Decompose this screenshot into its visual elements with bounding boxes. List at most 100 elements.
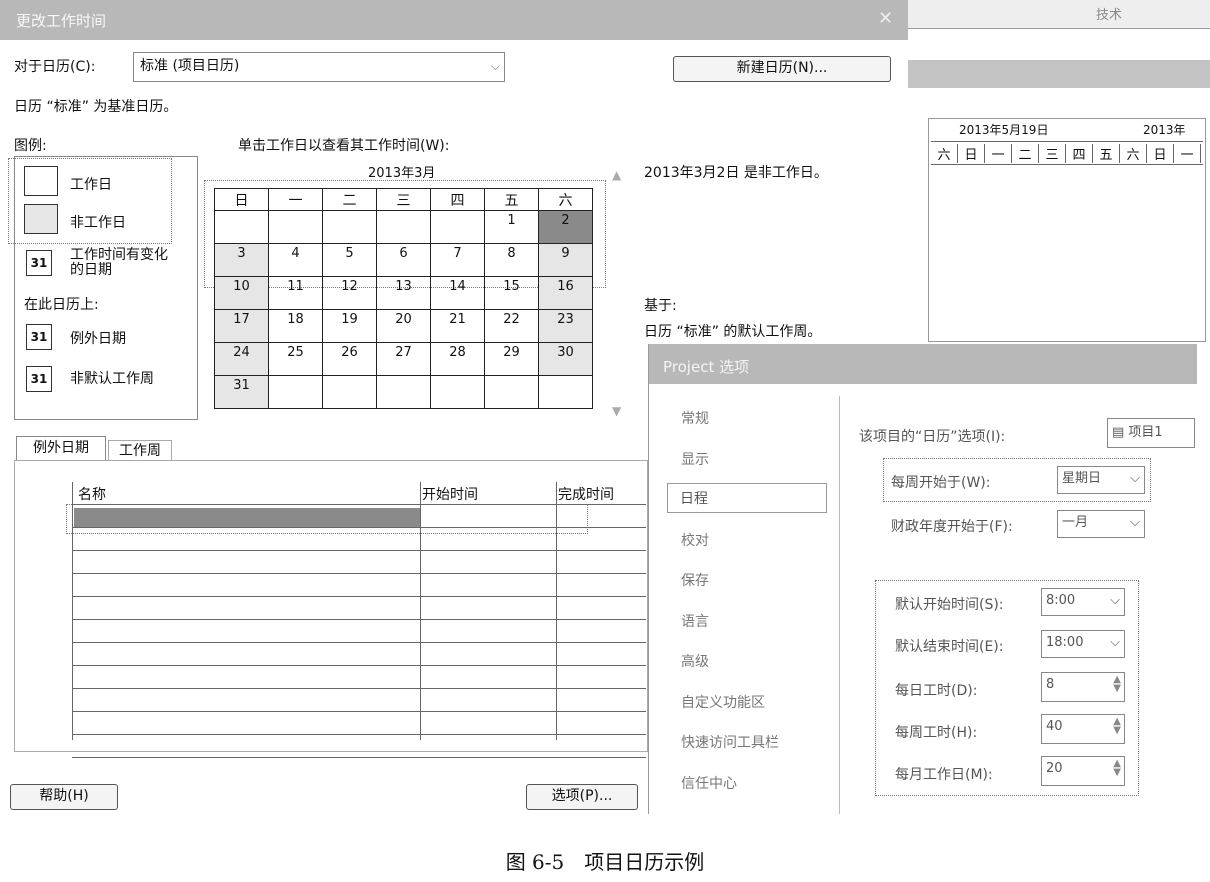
calendar-day[interactable]: 26 [322, 342, 377, 376]
calendar-day[interactable]: 25 [268, 342, 323, 376]
calendar-day[interactable]: 8 [484, 243, 539, 277]
selected-row-highlight [66, 504, 588, 534]
nondefault-week-icon: 31 [26, 366, 52, 392]
hours-week-input[interactable]: 40 ▲ ▼ [1041, 714, 1125, 744]
calendar-day[interactable]: 11 [268, 276, 323, 310]
table-row-line [72, 688, 646, 689]
options-titlebar: Project 选项 [649, 344, 1197, 384]
calendar-select-value: 标准 (项目日历) [140, 58, 240, 74]
weekday-header: 三 [376, 188, 431, 211]
options-button[interactable]: 选项(P)... [526, 784, 638, 810]
days-month-input[interactable]: 20 ▲ ▼ [1041, 756, 1125, 786]
table-row-line [72, 573, 646, 574]
calendar-day[interactable]: 5 [322, 243, 377, 277]
spinner-icon[interactable]: ▲ ▼ [1113, 675, 1121, 694]
spinner-icon[interactable]: ▲ ▼ [1113, 759, 1121, 778]
week-start-select[interactable]: 星期日 ⌵ [1057, 466, 1145, 494]
default-end-select[interactable]: 18:00 ⌵ [1041, 630, 1125, 658]
calendar-day [538, 375, 593, 409]
calendar-day[interactable]: 24 [214, 342, 269, 376]
calendar-day[interactable]: 7 [430, 243, 485, 277]
calendar-day[interactable]: 31 [214, 375, 269, 409]
hours-day-label: 每日工时(D): [895, 683, 978, 699]
background-window: 技术 2013年5月19日 2013年 六日一二三四五六日一 [908, 0, 1210, 342]
bg-titlebar [908, 60, 1210, 88]
spinner-icon[interactable]: ▲ ▼ [1113, 717, 1121, 736]
fiscal-start-select[interactable]: 一月 ⌵ [1057, 510, 1145, 538]
calendar-day[interactable]: 29 [484, 342, 539, 376]
calendar-day[interactable]: 12 [322, 276, 377, 310]
calendar-day[interactable]: 17 [214, 309, 269, 343]
nav-item[interactable]: 日程 [667, 483, 827, 513]
days-month-value: 20 [1046, 761, 1063, 776]
calendar-day[interactable]: 27 [376, 342, 431, 376]
new-calendar-button[interactable]: 新建日历(N)... [673, 56, 891, 82]
bg-toolbar [908, 0, 1210, 29]
nav-item[interactable]: 显示 [681, 449, 709, 469]
chevron-down-icon: ⌵ [1130, 471, 1140, 486]
scroll-up-icon[interactable]: ▲ [612, 168, 621, 182]
default-start-select[interactable]: 8:00 ⌵ [1041, 588, 1125, 616]
calendar-day[interactable]: 28 [430, 342, 485, 376]
weekday-header: 二 [322, 188, 377, 211]
nav-item[interactable]: 校对 [681, 530, 709, 550]
table-row-line [72, 757, 646, 758]
calendar-day[interactable]: 30 [538, 342, 593, 376]
help-button[interactable]: 帮助(H) [10, 784, 118, 810]
nav-item[interactable]: 信任中心 [681, 773, 737, 793]
hours-day-input[interactable]: 8 ▲ ▼ [1041, 672, 1125, 702]
exception-day-icon: 31 [26, 324, 52, 350]
calendar-day[interactable]: 14 [430, 276, 485, 310]
table-column-line [556, 482, 557, 740]
calendar-day [430, 375, 485, 409]
calendar-day [430, 210, 485, 244]
nav-item[interactable]: 常规 [681, 408, 709, 428]
calendar-day [484, 375, 539, 409]
nondefault-week-label: 非默认工作周 [70, 371, 154, 387]
nav-item[interactable]: 语言 [681, 611, 709, 631]
non-work-day-label: 非工作日 [70, 215, 126, 231]
calendar-select[interactable]: 标准 (项目日历) ⌵ [133, 52, 505, 82]
calendar-day[interactable]: 9 [538, 243, 593, 277]
calendar-day[interactable]: 15 [484, 276, 539, 310]
tab-exception-days[interactable]: 例外日期 [16, 436, 106, 461]
nav-item[interactable]: 保存 [681, 570, 709, 590]
tab-work-week[interactable]: 工作周 [108, 440, 172, 461]
tab-work-week-label: 工作周 [119, 443, 161, 459]
calendar-day [322, 375, 377, 409]
close-icon[interactable]: ✕ [878, 8, 893, 29]
calendar-day[interactable]: 21 [430, 309, 485, 343]
work-day-swatch [24, 166, 58, 196]
nav-item[interactable]: 快速访问工具栏 [681, 732, 779, 752]
calendar-day[interactable]: 13 [376, 276, 431, 310]
default-start-value: 8:00 [1046, 593, 1076, 608]
non-work-day-swatch [24, 204, 58, 234]
calendar-day[interactable]: 22 [484, 309, 539, 343]
weekday-header: 一 [268, 188, 323, 211]
table-row-line [72, 527, 646, 528]
calendar-day[interactable]: 18 [268, 309, 323, 343]
calendar-day[interactable]: 19 [322, 309, 377, 343]
calendar-day[interactable]: 4 [268, 243, 323, 277]
bg-weekday: 三 [1039, 144, 1066, 163]
calendar-day [268, 375, 323, 409]
calendar-day[interactable]: 20 [376, 309, 431, 343]
nav-item[interactable]: 自定义功能区 [681, 692, 765, 712]
calendar-instruction: 单击工作日以查看其工作时间(W): [238, 138, 450, 154]
exception-table[interactable]: 名称 开始时间 完成时间 [66, 482, 646, 758]
calendar-day[interactable]: 16 [538, 276, 593, 310]
nav-item[interactable]: 高级 [681, 651, 709, 671]
selected-day-info: 2013年3月2日 是非工作日。 [644, 165, 828, 181]
bg-toolbar-label: 技术 [1096, 8, 1123, 23]
bg-weekday: 二 [1012, 144, 1039, 163]
project-select[interactable]: ▤ 项目1 [1107, 418, 1195, 448]
calendar-day[interactable]: 6 [376, 243, 431, 277]
scroll-down-icon[interactable]: ▼ [612, 404, 621, 418]
calendar-day[interactable]: 1 [484, 210, 539, 244]
calendar-day[interactable]: 2 [538, 210, 593, 244]
table-column-line [420, 482, 421, 740]
calendar-day[interactable]: 3 [214, 243, 269, 277]
calendar-day[interactable]: 10 [214, 276, 269, 310]
calendar-day[interactable]: 23 [538, 309, 593, 343]
fiscal-start-label: 财政年度开始于(F): [891, 519, 1013, 535]
